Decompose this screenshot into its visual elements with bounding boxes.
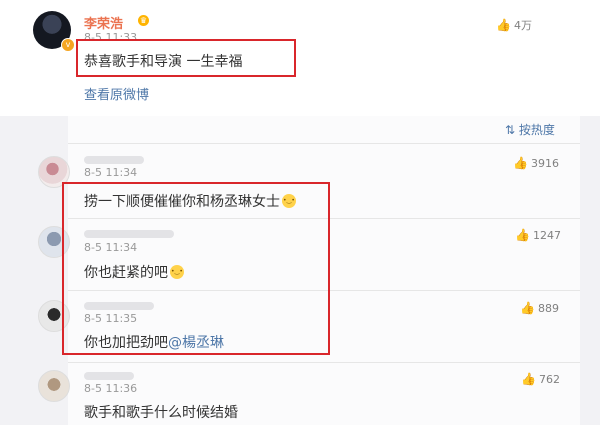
sort-by-hot-button[interactable]: ⇅ 按热度 (505, 121, 555, 138)
commenter-name-blurred (84, 372, 134, 380)
thumbs-up-icon: 👍 (521, 372, 536, 386)
sort-label: 按热度 (518, 123, 555, 137)
comment-like-count: 1247 (532, 229, 561, 242)
comment-like-button[interactable]: 👍 889 (520, 301, 559, 315)
thumbs-up-icon: 👍 (513, 156, 528, 170)
commenter-name-blurred (84, 156, 144, 164)
comment-like-button[interactable]: 👍 3916 (513, 156, 559, 170)
sort-icon: ⇅ (505, 123, 516, 137)
verified-badge-icon: v (61, 38, 75, 52)
post-like-count: 4万 (513, 19, 532, 32)
thumbs-up-icon: 👍 (520, 301, 535, 315)
comment-like-button[interactable]: 👍 1247 (515, 228, 561, 242)
vip-crown-icon: ♛ (138, 15, 149, 26)
thumbs-up-icon: 👍 (496, 18, 511, 32)
commenter-avatar[interactable] (38, 370, 70, 402)
comment-like-count: 889 (537, 302, 559, 315)
thumbs-up-icon: 👍 (515, 228, 530, 242)
comment-timestamp: 8-5 11:36 (84, 382, 138, 395)
divider (68, 143, 580, 144)
comment-timestamp: 8-5 11:34 (84, 166, 138, 179)
view-original-link[interactable]: 查看原微博 (84, 84, 149, 103)
comment-like-button[interactable]: 👍 762 (521, 372, 560, 386)
divider (68, 362, 580, 363)
post-like-button[interactable]: 👍 4万 (496, 17, 532, 33)
highlight-box-comments (62, 182, 330, 355)
comment-like-count: 3916 (530, 157, 559, 170)
author-name[interactable]: 李荣浩 (84, 13, 123, 32)
highlight-box-post (76, 39, 296, 77)
comment-like-count: 762 (538, 373, 560, 386)
comment-text: 歌手和歌手什么时候结婚 (84, 405, 238, 421)
